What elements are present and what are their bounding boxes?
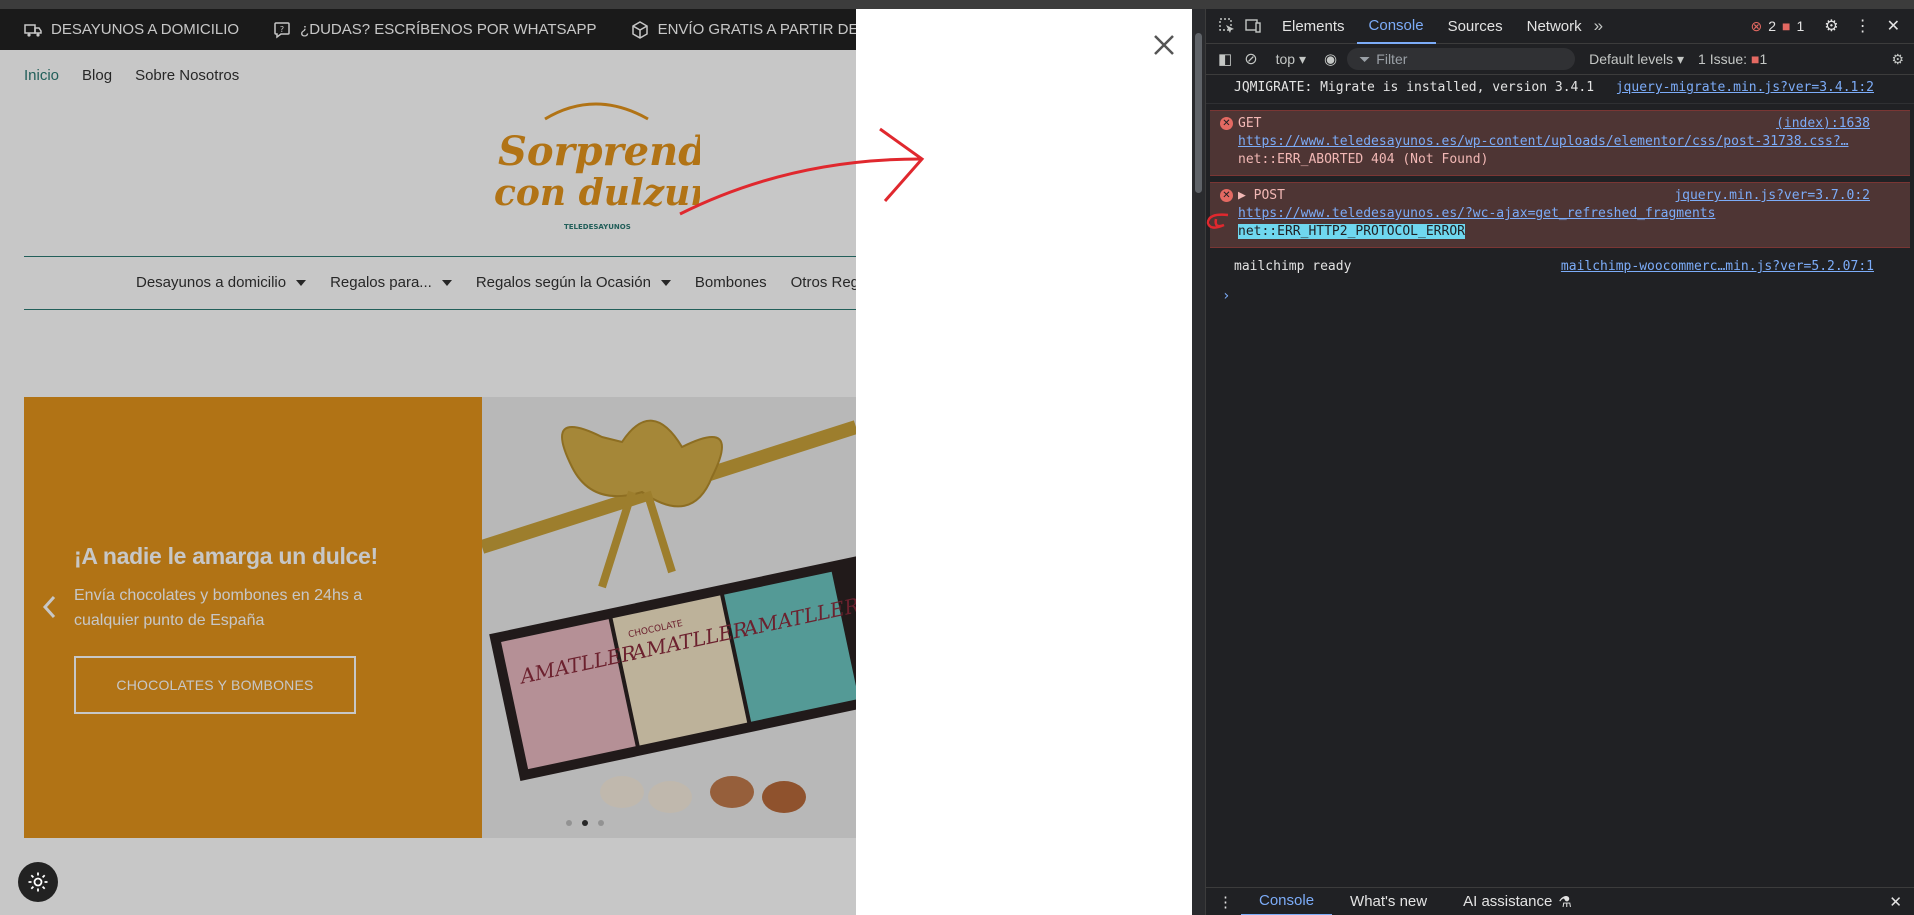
error-count[interactable]: 2 bbox=[1768, 18, 1776, 34]
settings-gear-icon[interactable]: ⚙ bbox=[1824, 16, 1838, 36]
drawer-tab-console[interactable]: Console bbox=[1241, 888, 1333, 915]
console-message-error[interactable]: ✕ ▶ POST jquery.min.js?ver=3.7.0:2 https… bbox=[1206, 182, 1910, 248]
tab-sources[interactable]: Sources bbox=[1436, 9, 1515, 44]
close-devtools-icon[interactable]: ✕ bbox=[1887, 16, 1900, 36]
console-message-error[interactable]: ✕ GET (index):1638 https://www.teledesay… bbox=[1210, 110, 1910, 176]
log-levels-select[interactable]: Default levels ▾ bbox=[1589, 51, 1684, 68]
inspect-element-icon[interactable] bbox=[1218, 17, 1236, 35]
console-message-log[interactable]: mailchimp ready mailchimp-woocommerc…min… bbox=[1206, 254, 1914, 282]
drawer-tab-ai-assistance[interactable]: AI assistance ⚗ bbox=[1445, 888, 1590, 915]
close-icon[interactable] bbox=[1150, 31, 1178, 59]
drawer-menu-icon[interactable]: ⋮ bbox=[1218, 893, 1233, 911]
context-select[interactable]: top ▾ bbox=[1276, 51, 1306, 68]
error-detail: net::ERR_ABORTED 404 (Not Found) bbox=[1238, 152, 1489, 167]
drawer-tab-whats-new[interactable]: What's new bbox=[1332, 888, 1445, 915]
live-expression-eye-icon[interactable]: ◉ bbox=[1324, 50, 1337, 68]
browser-top-strip bbox=[0, 0, 1914, 9]
filter-placeholder: Filter bbox=[1376, 51, 1408, 67]
message-source-link[interactable]: mailchimp-woocommerc…min.js?ver=5.2.07:1 bbox=[1561, 258, 1874, 276]
message-source-link[interactable]: jquery.min.js?ver=3.7.0:2 bbox=[1674, 187, 1870, 205]
filter-icon: ⏷ bbox=[1359, 50, 1371, 67]
more-options-icon[interactable]: ⋮ bbox=[1855, 16, 1871, 36]
console-message-log[interactable]: JQMIGRATE: Migrate is installed, version… bbox=[1206, 75, 1914, 104]
expand-triangle[interactable]: ▶ POST bbox=[1238, 188, 1285, 203]
scrollbar-thumb[interactable] bbox=[1195, 33, 1202, 193]
console-settings-icon[interactable]: ⚙ bbox=[1891, 51, 1904, 68]
request-url-link[interactable]: https://www.teledesayunos.es/?wc-ajax=ge… bbox=[1238, 205, 1878, 223]
clear-console-icon[interactable]: ⊘ bbox=[1244, 49, 1257, 69]
devtools-tab-bar: Elements Console Sources Network » ⊗ 2 ■… bbox=[1206, 9, 1914, 44]
modal-backdrop[interactable] bbox=[0, 9, 856, 915]
gear-icon bbox=[28, 872, 48, 892]
error-icon: ✕ bbox=[1220, 117, 1233, 130]
device-toolbar-icon[interactable] bbox=[1244, 17, 1262, 35]
cookie-settings-button[interactable] bbox=[18, 862, 58, 902]
close-drawer-icon[interactable]: ✕ bbox=[1889, 893, 1902, 911]
message-source-link[interactable]: jquery-migrate.min.js?ver=3.4.1:2 bbox=[1616, 79, 1874, 97]
error-detail-highlighted: net::ERR_HTTP2_PROTOCOL_ERROR bbox=[1238, 224, 1465, 239]
tab-console[interactable]: Console bbox=[1356, 9, 1436, 44]
request-url-link[interactable]: https://www.teledesayunos.es/wp-content/… bbox=[1238, 133, 1878, 151]
console-toolbar: ◧ ⊘ top ▾ ◉ ⏷ Filter Default levels ▾ 1 … bbox=[1206, 44, 1914, 75]
message-source-link[interactable]: (index):1638 bbox=[1776, 115, 1870, 133]
website-viewport: DESAYUNOS A DOMICILIO ? ¿DUDAS? ESCRÍBEN… bbox=[0, 9, 1192, 915]
red-annotation-scribble bbox=[1206, 213, 1229, 229]
console-prompt[interactable]: › bbox=[1206, 282, 1914, 310]
flask-icon: ⚗ bbox=[1558, 893, 1572, 911]
page-scrollbar[interactable] bbox=[1192, 9, 1206, 915]
devtools-panel: Elements Console Sources Network » ⊗ 2 ■… bbox=[1192, 9, 1914, 915]
tab-elements[interactable]: Elements bbox=[1270, 9, 1357, 44]
devtools-drawer: ⋮ Console What's new AI assistance ⚗ ✕ bbox=[1206, 887, 1914, 915]
side-cart-panel bbox=[856, 9, 1192, 915]
issue-count-icon[interactable]: ■ bbox=[1782, 18, 1790, 34]
filter-input[interactable]: ⏷ Filter bbox=[1347, 48, 1576, 70]
more-tabs-icon[interactable]: » bbox=[1594, 16, 1603, 36]
issue-count[interactable]: 1 bbox=[1796, 18, 1804, 34]
tab-network[interactable]: Network bbox=[1515, 9, 1594, 44]
sidebar-toggle-icon[interactable]: ◧ bbox=[1218, 50, 1232, 68]
console-messages: JQMIGRATE: Migrate is installed, version… bbox=[1206, 75, 1914, 310]
error-count-icon[interactable]: ⊗ bbox=[1750, 18, 1762, 35]
issues-button[interactable]: 1 Issue: ■1 bbox=[1698, 51, 1767, 67]
error-icon: ✕ bbox=[1220, 189, 1233, 202]
